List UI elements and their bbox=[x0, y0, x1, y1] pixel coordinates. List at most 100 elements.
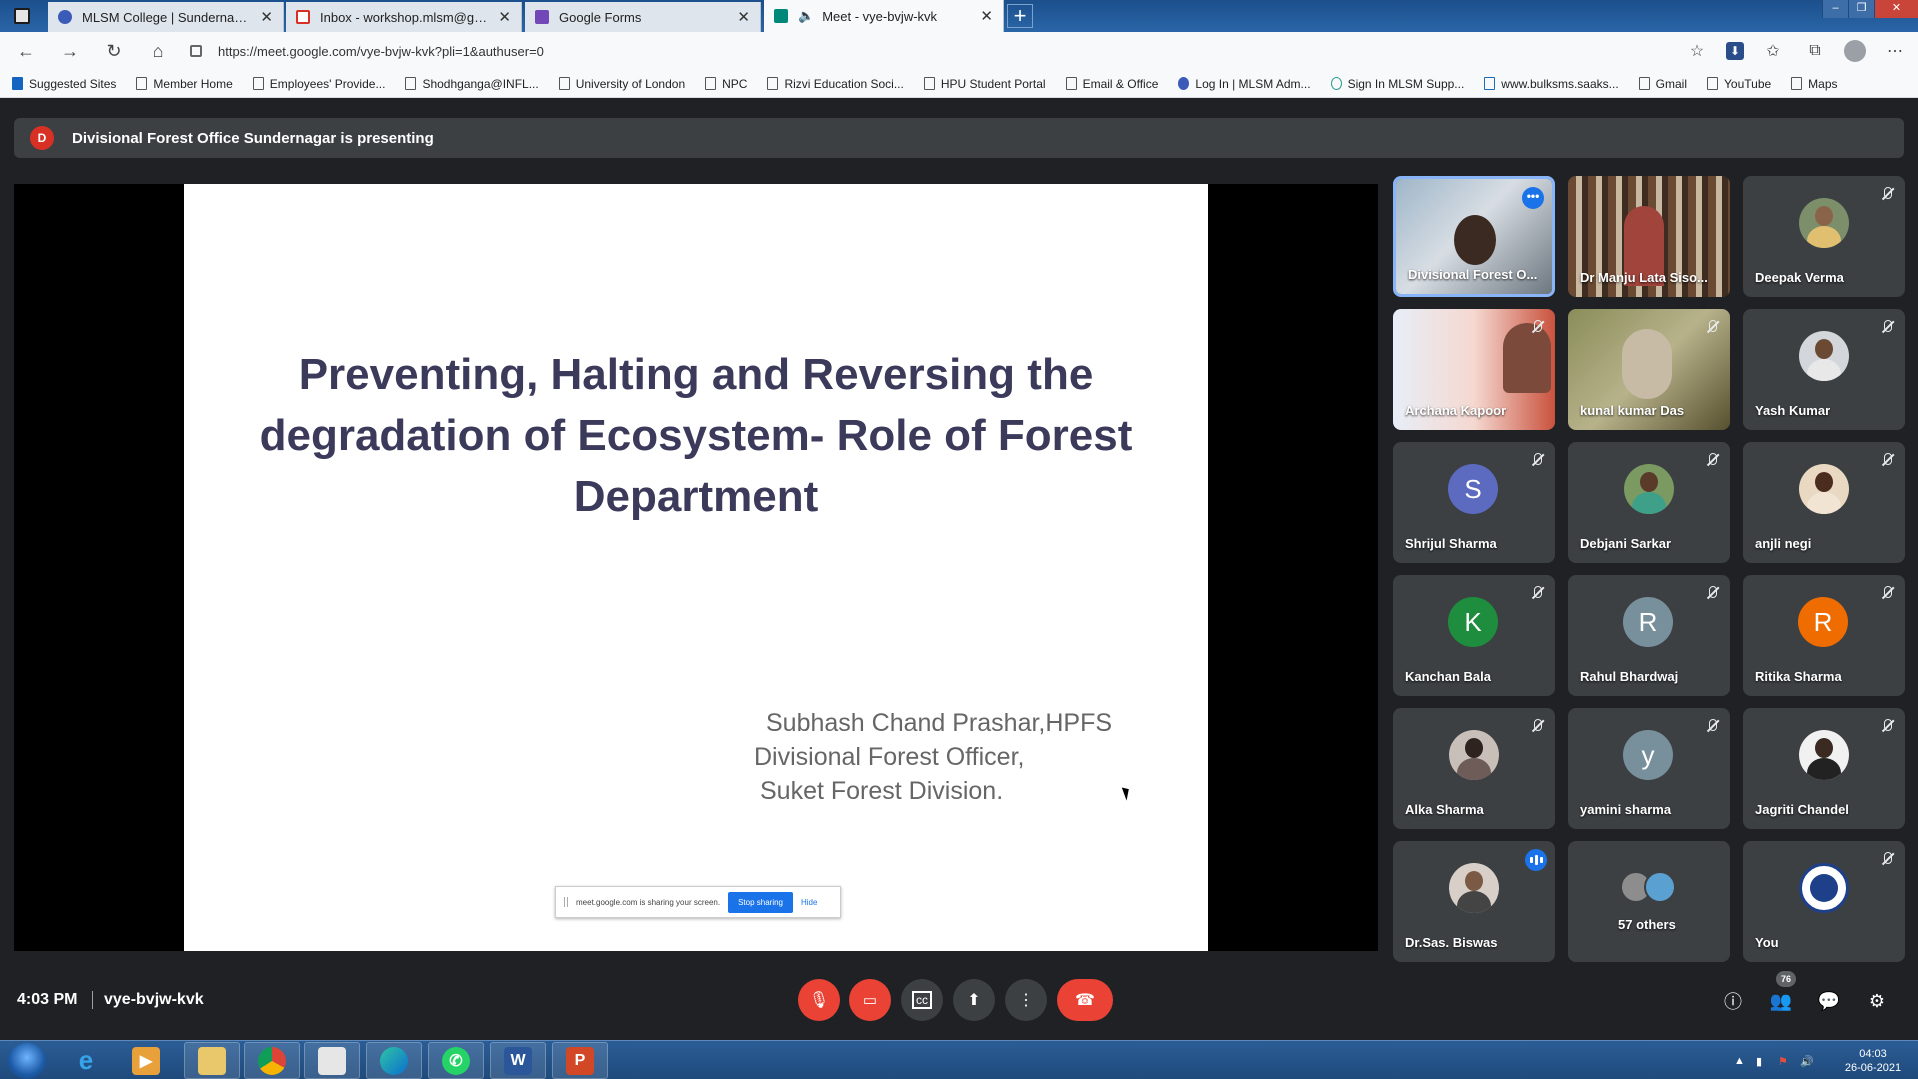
activities-button[interactable]: ⚙ bbox=[1863, 987, 1891, 1015]
speaker-icon[interactable]: 🔈 bbox=[798, 8, 814, 24]
present-now-button[interactable]: ⬆ bbox=[953, 979, 995, 1021]
avatar bbox=[1799, 464, 1849, 514]
bookmark-item[interactable]: HPU Student Portal bbox=[923, 77, 1046, 91]
taskbar-app-edge[interactable] bbox=[366, 1042, 422, 1079]
close-tab-icon[interactable]: ✕ bbox=[260, 8, 273, 26]
participant-tile[interactable]: Yash Kumar bbox=[1743, 309, 1905, 430]
participant-tile[interactable]: R Ritika Sharma bbox=[1743, 575, 1905, 696]
bookmark-item[interactable]: Employees' Provide... bbox=[252, 77, 385, 91]
participant-tile[interactable]: You bbox=[1743, 841, 1905, 962]
close-tab-icon[interactable]: ✕ bbox=[737, 8, 750, 26]
captions-button[interactable]: cc bbox=[901, 979, 943, 1021]
participant-tile[interactable]: Dr.Sas. Biswas bbox=[1393, 841, 1555, 962]
avatar bbox=[1799, 730, 1849, 780]
tab-title: MLSM College | Sundernagar, Mandi bbox=[82, 9, 253, 25]
tray-expand-icon[interactable]: ▲ bbox=[1734, 1055, 1748, 1067]
camera-toggle-button[interactable]: ▭ bbox=[849, 979, 891, 1021]
bookmark-item[interactable]: YouTube bbox=[1707, 77, 1771, 91]
bookmark-item[interactable]: Suggested Sites bbox=[12, 77, 116, 91]
people-button[interactable]: 👥 bbox=[1767, 987, 1795, 1015]
participant-tile[interactable]: Dr Manju Lata Siso... bbox=[1568, 176, 1730, 297]
taskbar-app-chrome[interactable] bbox=[244, 1042, 300, 1079]
back-button[interactable]: ← bbox=[12, 37, 40, 65]
tab-mlsm-college[interactable]: MLSM College | Sundernagar, Mandi ✕ bbox=[48, 2, 284, 32]
leave-call-button[interactable]: ☎ bbox=[1057, 979, 1113, 1021]
bookmark-item[interactable]: Maps bbox=[1791, 77, 1838, 91]
close-window-button[interactable]: ✕ bbox=[1874, 0, 1918, 18]
participant-tile[interactable]: Archana Kapoor bbox=[1393, 309, 1555, 430]
close-tab-icon[interactable]: ✕ bbox=[980, 7, 993, 25]
restore-button[interactable]: ❐ bbox=[1848, 0, 1874, 18]
taskbar-app-ie[interactable]: e bbox=[58, 1042, 114, 1079]
url-text: https://meet.google.com/vye-bvjw-kvk?pli… bbox=[218, 43, 544, 59]
participant-tile[interactable]: 57 others bbox=[1568, 841, 1730, 962]
lock-icon[interactable] bbox=[190, 45, 202, 57]
hide-button[interactable]: Hide bbox=[801, 898, 817, 907]
meeting-details-button[interactable]: ⓘ bbox=[1719, 987, 1747, 1015]
more-options-button[interactable]: ⋮ bbox=[1005, 979, 1047, 1021]
bookmark-item[interactable]: Gmail bbox=[1638, 77, 1687, 91]
taskbar-app-powerpoint[interactable]: P bbox=[552, 1042, 608, 1079]
participant-tile[interactable]: Jagriti Chandel bbox=[1743, 708, 1905, 829]
bookmark-item[interactable]: Sign In MLSM Supp... bbox=[1330, 77, 1464, 91]
participant-tile[interactable]: ••• Divisional Forest O... bbox=[1393, 176, 1555, 297]
drag-handle-icon[interactable] bbox=[564, 897, 568, 907]
avatar: y bbox=[1623, 730, 1673, 780]
taskbar-app-whatsapp[interactable]: ✆ bbox=[428, 1042, 484, 1079]
tab-strip: MLSM College | Sundernagar, Mandi ✕ Inbo… bbox=[0, 0, 1918, 32]
video-person bbox=[1454, 215, 1496, 265]
tab-actions-button[interactable] bbox=[14, 8, 30, 24]
system-clock[interactable]: 04:03 26-06-2021 bbox=[1838, 1047, 1908, 1075]
author-designation: Divisional Forest Officer, bbox=[754, 743, 1025, 771]
close-tab-icon[interactable]: ✕ bbox=[498, 8, 511, 26]
collections-icon[interactable]: ⧉ bbox=[1802, 38, 1828, 64]
tab-inbox[interactable]: Inbox - workshop.mlsm@gmail.com ✕ bbox=[286, 2, 522, 32]
settings-more-icon[interactable]: ⋯ bbox=[1882, 38, 1908, 64]
participant-tile[interactable]: anjli negi bbox=[1743, 442, 1905, 563]
more-options-icon[interactable]: ••• bbox=[1522, 187, 1544, 209]
network-icon[interactable]: ▮ bbox=[1756, 1055, 1770, 1068]
extension-icon[interactable]: ⬇ bbox=[1726, 42, 1744, 60]
profile-avatar[interactable] bbox=[1844, 40, 1866, 62]
taskbar-app-media[interactable]: ▶ bbox=[118, 1042, 174, 1079]
taskbar-app-chat[interactable] bbox=[304, 1042, 360, 1079]
bookmark-item[interactable]: Shodhganga@INFL... bbox=[405, 77, 539, 91]
taskbar-app-word[interactable]: W bbox=[490, 1042, 546, 1079]
tab-google-forms[interactable]: Google Forms ✕ bbox=[525, 2, 761, 32]
participant-tile[interactable]: R Rahul Bhardwaj bbox=[1568, 575, 1730, 696]
slide: Preventing, Halting and Reversing the de… bbox=[184, 184, 1208, 951]
forward-button[interactable]: → bbox=[56, 37, 84, 65]
action-center-icon[interactable]: ⚑ bbox=[1778, 1055, 1792, 1068]
refresh-button[interactable]: ↻ bbox=[100, 37, 128, 65]
bookmark-item[interactable]: Log In | MLSM Adm... bbox=[1178, 77, 1311, 91]
bookmark-item[interactable]: Rizvi Education Soci... bbox=[767, 77, 904, 91]
start-button[interactable] bbox=[8, 1043, 46, 1079]
bookmark-item[interactable]: Member Home bbox=[136, 77, 233, 91]
favorites-icon[interactable]: ✩ bbox=[1760, 38, 1786, 64]
participant-grid: ••• Divisional Forest O... Dr Manju Lata… bbox=[1393, 176, 1905, 962]
participant-tile[interactable]: Deepak Verma bbox=[1743, 176, 1905, 297]
participant-tile[interactable]: y yamini sharma bbox=[1568, 708, 1730, 829]
mic-toggle-button[interactable]: 🎙 bbox=[798, 979, 840, 1021]
participant-tile[interactable]: S Shrijul Sharma bbox=[1393, 442, 1555, 563]
participant-tile[interactable]: kunal kumar Das bbox=[1568, 309, 1730, 430]
participant-tile[interactable]: K Kanchan Bala bbox=[1393, 575, 1555, 696]
bookmark-item[interactable]: NPC bbox=[705, 77, 747, 91]
chat-button[interactable]: 💬 bbox=[1815, 987, 1843, 1015]
address-bar[interactable]: https://meet.google.com/vye-bvjw-kvk?pli… bbox=[190, 37, 1640, 65]
participant-tile[interactable]: Debjani Sarkar bbox=[1568, 442, 1730, 563]
home-button[interactable]: ⌂ bbox=[144, 37, 172, 65]
bookmark-item[interactable]: Email & Office bbox=[1065, 77, 1158, 91]
tab-meet[interactable]: 🔈 Meet - vye-bvjw-kvk ✕ bbox=[764, 0, 1004, 32]
participant-tile[interactable]: Alka Sharma bbox=[1393, 708, 1555, 829]
volume-icon[interactable]: 🔊 bbox=[1800, 1055, 1814, 1068]
taskbar-app-explorer[interactable] bbox=[184, 1042, 240, 1079]
add-favorite-icon[interactable]: ☆ bbox=[1684, 38, 1710, 64]
minimize-button[interactable]: – bbox=[1822, 0, 1848, 18]
muted-mic-icon bbox=[1879, 718, 1895, 734]
presentation-stage[interactable]: Preventing, Halting and Reversing the de… bbox=[14, 184, 1378, 951]
bookmark-item[interactable]: University of London bbox=[558, 77, 685, 91]
stop-sharing-button[interactable]: Stop sharing bbox=[728, 891, 793, 913]
bookmark-item[interactable]: www.bulksms.saaks... bbox=[1484, 77, 1619, 91]
new-tab-button[interactable]: + bbox=[1007, 4, 1033, 28]
